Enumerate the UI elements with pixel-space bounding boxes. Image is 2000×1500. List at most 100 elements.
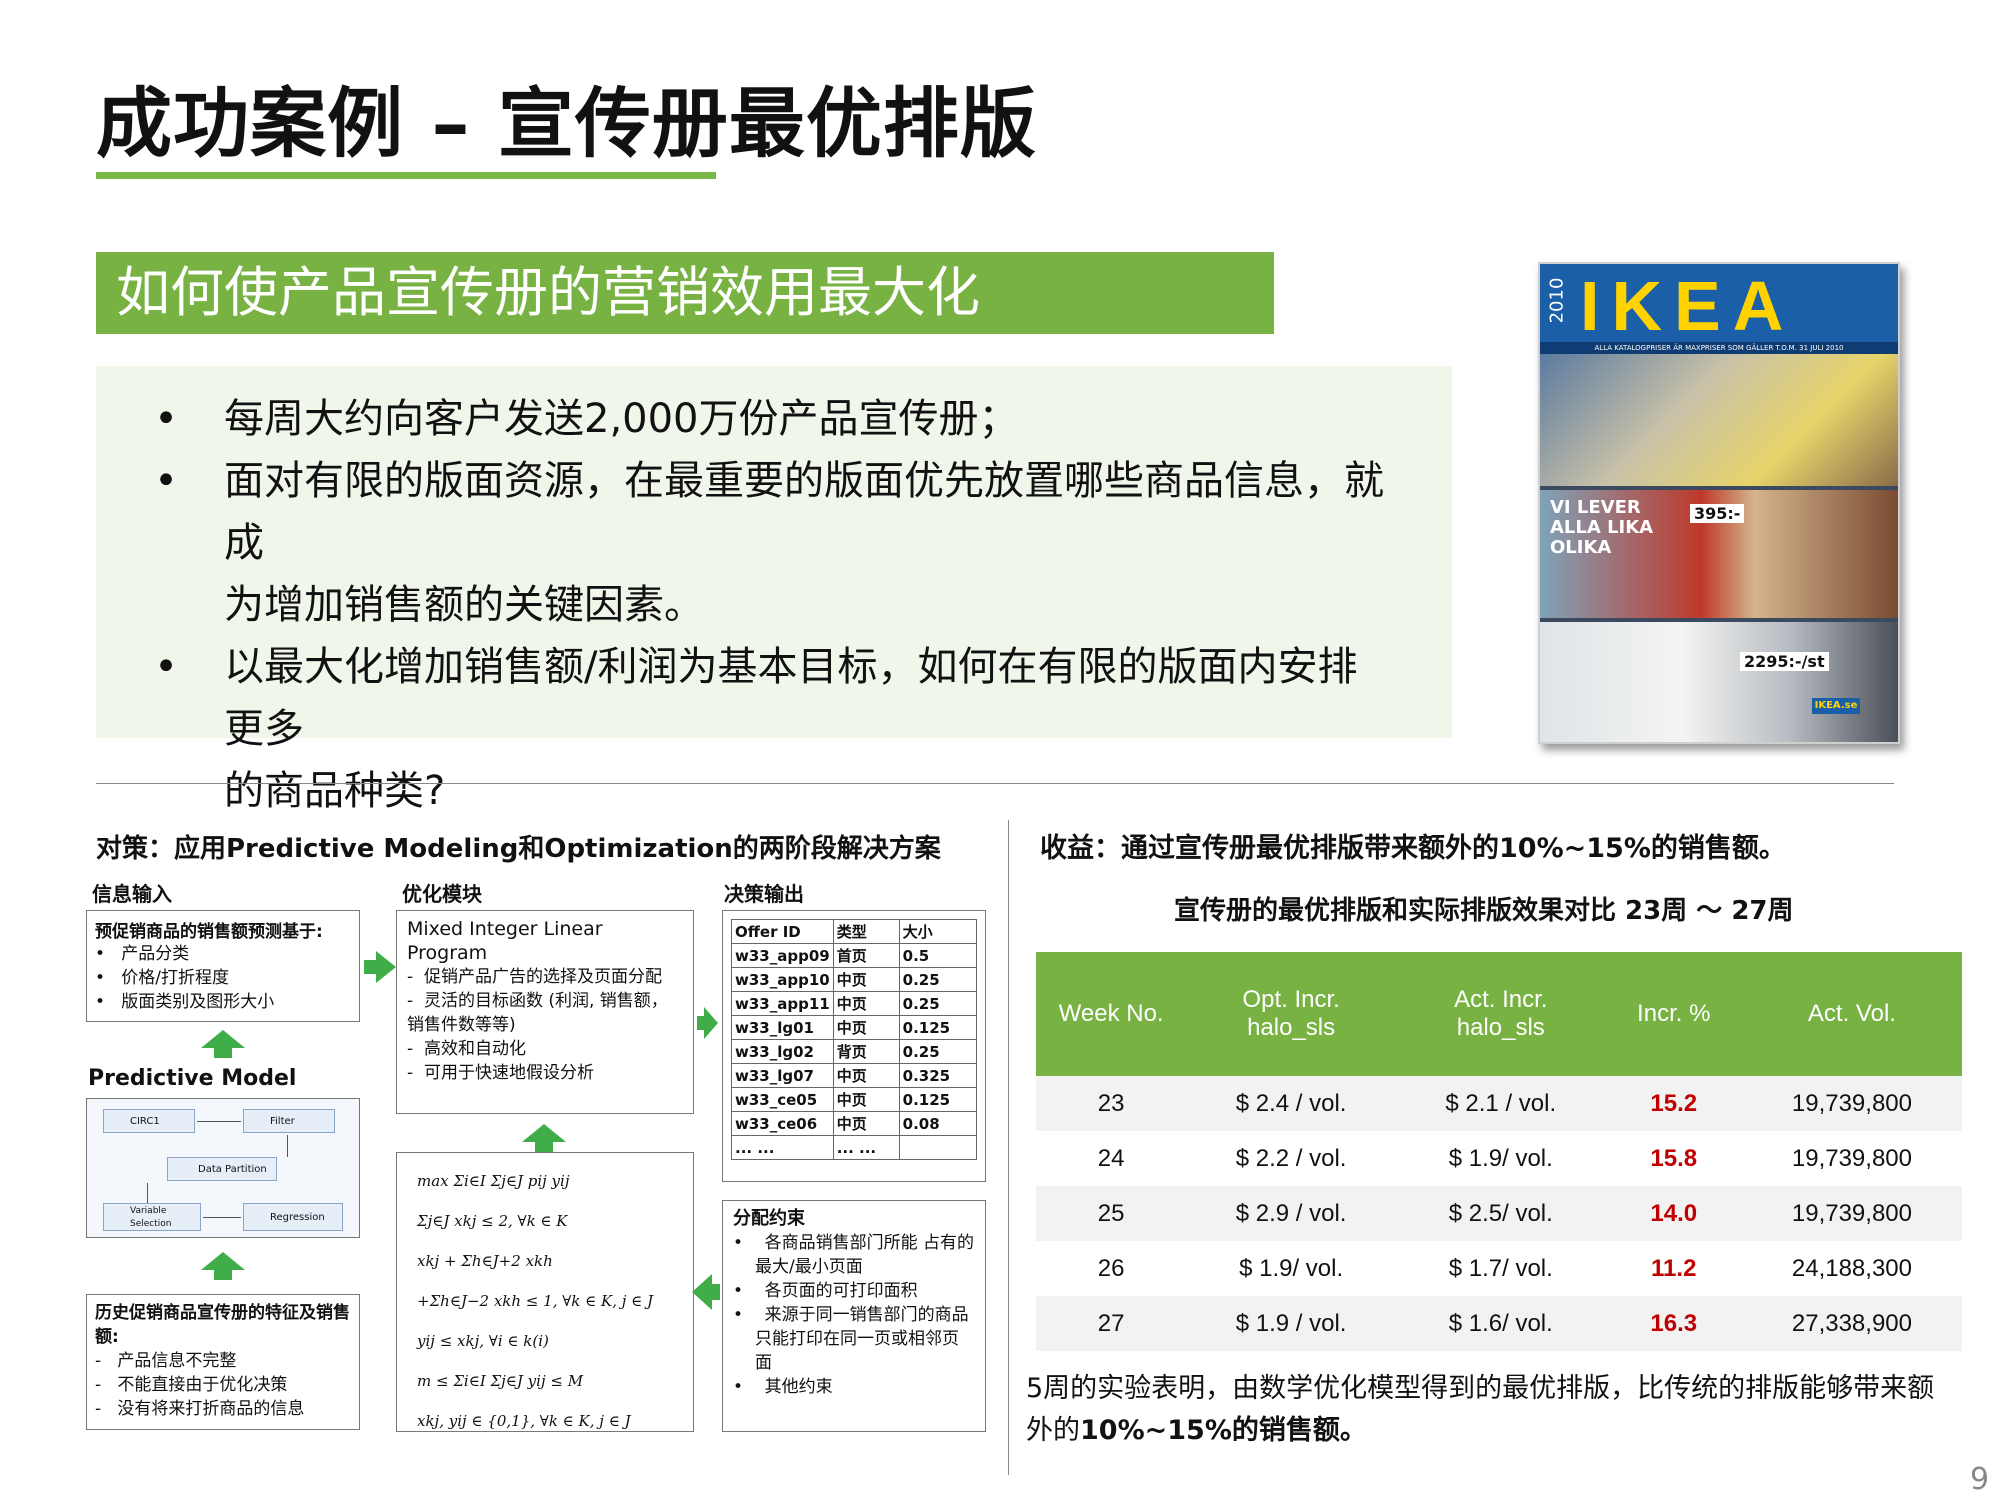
subtitle-banner: 如何使产品宣传册的营销效用最大化 [96,252,1274,334]
up-arrow-icon [522,1124,566,1142]
list-item: • 产品分类 [95,944,190,964]
table-cell: $ 1.7/ vol. [1395,1241,1606,1296]
list-item: • 各页面的可打印面积 [733,1281,918,1301]
offer-table-cell: 0.08 [898,1111,978,1136]
offer-table-row: ... ...... ... [731,1135,978,1160]
up-arrow-stem [535,1142,553,1152]
bullet-text: 以最大化增加销售额/利润为基本目标，如何在有限的版面内安排更多 [224,644,1358,752]
offer-table-row: w33_app11 中页 0.25 [731,991,978,1016]
offer-table-cell: w33_app11 [731,991,834,1016]
offer-table-cell: w33_lg01 [731,1015,834,1040]
table-cell: $ 1.9 / vol. [1186,1296,1396,1351]
offer-table-row: w33_lg07 中页 0.325 [731,1063,978,1088]
model-node: Filter [243,1109,335,1133]
offer-table-cell: 首页 [832,943,900,968]
table-cell: 23 [1036,1076,1187,1131]
conclusion-text: 5周的实验表明，由数学优化模型得到的最优排版，比传统的排版能够带来额 外的10%… [1026,1368,1966,1452]
offer-table-row: w33_lg01 中页 0.125 [731,1015,978,1040]
column-header: Week No. [1036,952,1187,1076]
bullet-item: • 面对有限的版面资源，在最重要的版面优先放置哪些商品信息，就成 为增加销售额的… [136,450,1396,636]
strategy-heading: 对策：应用Predictive Modeling和Optimization的两阶… [96,834,941,864]
table-cell: $ 2.5/ vol. [1395,1186,1606,1241]
table-row: 23 $ 2.4 / vol. $ 2.1 / vol. 15.2 19,739,800 [1036,1076,1962,1131]
results-table: Week No. Opt. Incr. halo_sls Act. Incr. … [1036,952,1962,1351]
offer-table-cell: ... ... [832,1135,900,1160]
offer-table-cell: 0.25 [898,1039,978,1064]
milp-box: Mixed Integer Linear Program - 促销产品广告的选择… [396,910,694,1114]
ikea-catalog-image: IKEA 2010 ALLA KATALOGPRISER ÄR MAXPRISE… [1538,262,1900,744]
model-node: Variable Selection [103,1203,201,1231]
model-node: CIRC1 [103,1109,195,1133]
right-arrow-stem [364,960,376,974]
offer-table: Offer ID 类型 大小 w33_app09 首页 0.5 w33_app10 中页 0.2… [731,919,978,1160]
offer-table-cell: 中页 [832,1111,900,1136]
decision-output-box: Offer ID 类型 大小 w33_app09 首页 0.5 w33_app10 中页 0.2… [722,910,986,1182]
offer-table-cell: ... ... [731,1135,834,1160]
table-cell: 24,188,300 [1741,1241,1962,1296]
column-header: Incr. % [1605,952,1742,1076]
up-arrow-stem [214,1048,232,1058]
offer-table-row: w33_ce05 中页 0.125 [731,1087,978,1112]
list-item: - 灵活的目标函数 (利润, 销售额，销售件数等等) [407,991,668,1035]
table-cell: 19,739,800 [1741,1076,1962,1131]
right-arrow-icon [704,1007,718,1039]
constraints-box: 分配约束 • 各商品销售部门所能 占有的最大/最小页面 • 各页面的可打印面积 … [722,1200,986,1432]
left-arrow-icon [692,1274,712,1310]
offer-table-cell: w33_lg02 [731,1039,834,1064]
catalog-photo-kitchen [1540,354,1898,486]
formula-line: max Σi∈I Σj∈J pij yij [417,1172,570,1190]
offer-table-cell: 中页 [832,991,900,1016]
predictive-model-diagram: CIRC1 Filter Data Partition Variable Sel… [86,1098,360,1238]
formula-line: xkj + Σh∈J+2 xkh [417,1252,553,1270]
list-item: - 不能直接由于优化决策 [95,1375,288,1395]
formula-line: Σj∈J xkj ≤ 2, ∀k ∈ K [417,1212,568,1230]
col-label-input: 信息输入 [92,882,172,906]
column-header: Opt. Incr. halo_sls [1186,952,1396,1076]
offer-table-header: 类型 [832,919,900,944]
conclusion-line-2b: 10%~15%的销售额。 [1080,1415,1367,1446]
formula-line: xkj, yij ∈ {0,1}, ∀k ∈ K, j ∈ J [417,1412,631,1430]
page-title: 成功案例 – 宣传册最优排版 [96,79,1037,168]
table-cell: 27,338,900 [1741,1296,1962,1351]
table-cell: 19,739,800 [1741,1186,1962,1241]
formula-line: +Σh∈J−2 xkh ≤ 1, ∀k ∈ K, j ∈ J [417,1292,654,1310]
list-item: - 高效和自动化 [407,1039,526,1059]
offer-table-cell: 背页 [832,1039,900,1064]
input-forecast-box: 预促销商品的销售额预测基于: • 产品分类 • 价格/打折程度 • 版面类别及图… [86,910,360,1022]
table-cell: $ 2.9 / vol. [1186,1186,1396,1241]
flow-connector [287,1135,288,1157]
catalog-year: 2010 [1546,277,1568,324]
bullet-dot: • [154,644,178,690]
offer-table-row: w33_lg02 背页 0.25 [731,1039,978,1064]
table-cell: 24 [1036,1131,1187,1186]
history-title: 历史促销商品宣传册的特征及销售额: [95,1303,350,1347]
bullet-text-cont: 为增加销售额的关键因素。 [224,582,704,628]
list-item: - 可用于快速地假设分析 [407,1063,594,1083]
flow-connector [203,1217,241,1218]
conclusion-line-1: 5周的实验表明，由数学优化模型得到的最优排版，比传统的排版能够带来额 [1026,1373,1935,1404]
incr-percent-cell: 15.2 [1605,1076,1742,1131]
incr-percent-cell: 14.0 [1605,1186,1742,1241]
table-cell: $ 2.4 / vol. [1186,1076,1396,1131]
formula-line: yij ≤ xkj, ∀i ∈ k(i) [417,1332,549,1350]
offer-table-cell: w33_ce05 [731,1087,834,1112]
list-item: • 来源于同一销售部门的商品只能打印在同一页或相邻页面 [733,1305,969,1373]
column-header: Act. Vol. [1741,952,1962,1076]
table-row: 25 $ 2.9 / vol. $ 2.5/ vol. 14.0 19,739,800 [1036,1186,1962,1241]
results-table-wrapper: Week No. Opt. Incr. halo_sls Act. Incr. … [1036,952,1962,1351]
incr-percent-cell: 15.8 [1605,1131,1742,1186]
table-row: 27 $ 1.9 / vol. $ 1.6/ vol. 16.3 27,338,900 [1036,1296,1962,1351]
offer-table-cell: 中页 [832,967,900,992]
bullet-list: • 每周大约向客户发送2,000万份产品宣传册； • 面对有限的版面资源，在最重… [136,388,1396,822]
flow-connector [147,1183,148,1203]
table-row: 24 $ 2.2 / vol. $ 1.9/ vol. 15.8 19,739,800 [1036,1131,1962,1186]
table-cell: 19,739,800 [1741,1131,1962,1186]
vertical-divider [1008,820,1009,1475]
catalog-brand: IKEA [1580,267,1796,345]
offer-table-row: w33_app09 首页 0.5 [731,943,978,968]
right-arrow-icon [376,951,396,983]
flow-connector [197,1121,241,1122]
table-cell: 27 [1036,1296,1187,1351]
col-label-output: 决策输出 [724,882,804,906]
history-data-box: 历史促销商品宣传册的特征及销售额: - 产品信息不完整 - 不能直接由于优化决策… [86,1294,360,1430]
